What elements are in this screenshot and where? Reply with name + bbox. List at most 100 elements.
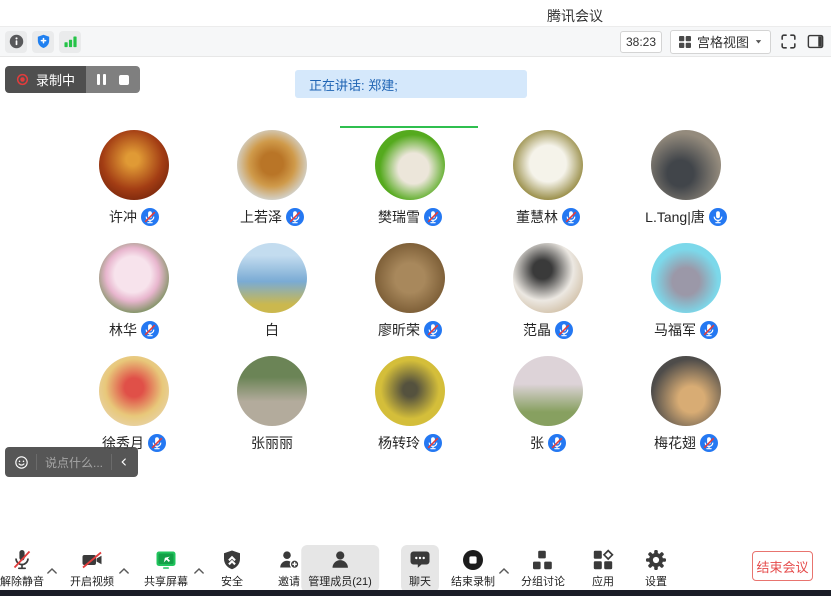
participant-name: 梅花翅 [654, 433, 696, 453]
toolbar-security-button[interactable]: 安全 [220, 548, 244, 589]
toolbar-share-screen-button[interactable]: 共享屏幕 [144, 548, 188, 589]
toolbar-apps-button[interactable]: 应用 [591, 548, 615, 589]
status-right-controls: 38:23 宫格视图 [620, 30, 825, 54]
participant-name: 范晶 [523, 320, 551, 340]
stop-recording-button[interactable] [119, 75, 129, 85]
chevron-up-icon[interactable] [499, 562, 510, 580]
mic-muted-icon[interactable] [141, 321, 159, 339]
person-icon [328, 548, 352, 572]
toolbar-label: 应用 [592, 573, 614, 589]
background-window-strip [0, 590, 831, 596]
chevron-up-icon[interactable] [119, 562, 130, 580]
apps-icon [591, 548, 615, 572]
toolbar-stop-record-button[interactable]: 结束录制 [451, 548, 495, 589]
mic-muted-icon[interactable] [700, 434, 718, 452]
screen-share-icon [154, 548, 178, 572]
participant-name: 杨转玲 [378, 433, 420, 453]
participant-tile[interactable]: 张 [479, 356, 617, 469]
participant-grid: 许冲上若泽樊瑞雪董慧林L.Tang|唐林华白廖昕荣范晶马福军徐秀月张丽丽杨转玲张… [65, 130, 755, 469]
collapse-chat-icon[interactable] [118, 456, 130, 468]
page-indicator [340, 126, 478, 128]
avatar [99, 243, 169, 313]
active-speaker-text: 正在讲话: 郑建; [309, 75, 398, 94]
chat-input-placeholder[interactable]: 说点什么... [43, 454, 105, 471]
toolbar-settings-button[interactable]: 设置 [644, 548, 668, 589]
mic-muted-icon[interactable] [424, 321, 442, 339]
mic-slash-icon [10, 548, 34, 572]
toolbar-unmute-button[interactable]: 解除静音 [0, 548, 44, 589]
gear-icon [644, 548, 668, 572]
participant-name-row: 马福军 [654, 320, 718, 340]
participant-name-row: 董慧林 [516, 207, 580, 227]
info-icon[interactable] [5, 31, 27, 53]
participant-tile[interactable]: 董慧林 [479, 130, 617, 243]
participant-tile[interactable]: 范晶 [479, 243, 617, 356]
participant-tile[interactable]: 张丽丽 [203, 356, 341, 469]
shield-icon[interactable] [32, 31, 54, 53]
mic-muted-icon[interactable] [424, 434, 442, 452]
participant-tile[interactable]: 樊瑞雪 [341, 130, 479, 243]
panel-toggle-icon[interactable] [806, 32, 825, 51]
participant-name-row: 许冲 [109, 207, 159, 227]
signal-icon[interactable] [59, 31, 81, 53]
participant-name: 张 [530, 433, 544, 453]
toolbar-breakout-button[interactable]: 分组讨论 [521, 548, 565, 589]
mic-muted-icon[interactable] [286, 208, 304, 226]
toolbar-label: 开启视频 [70, 573, 114, 589]
window-title: 腾讯会议 [547, 6, 603, 26]
avatar [99, 130, 169, 200]
mic-muted-icon[interactable] [148, 434, 166, 452]
toolbar-label: 安全 [221, 573, 243, 589]
participant-tile[interactable]: L.Tang|唐 [617, 130, 755, 243]
mic-muted-icon[interactable] [555, 321, 573, 339]
divider [111, 454, 112, 470]
mic-muted-icon[interactable] [141, 208, 159, 226]
mic-muted-icon[interactable] [562, 208, 580, 226]
toolbar-start-video-button[interactable]: 开启视频 [70, 548, 114, 589]
participant-name: 樊瑞雪 [378, 207, 420, 227]
avatar [99, 356, 169, 426]
recording-controls [86, 66, 140, 93]
view-mode-switcher[interactable]: 宫格视图 [670, 30, 771, 54]
participant-name-row: 白 [265, 320, 279, 340]
participant-name-row: 张 [530, 433, 566, 453]
mic-muted-icon[interactable] [700, 321, 718, 339]
chat-quickbar[interactable]: 说点什么... [5, 447, 138, 477]
toolbar-invite-button[interactable]: 邀请 [277, 548, 301, 589]
chevron-up-icon[interactable] [194, 562, 205, 580]
participant-tile[interactable]: 林华 [65, 243, 203, 356]
camera-slash-icon [80, 548, 104, 572]
recording-status: 录制中 [5, 66, 86, 93]
avatar [651, 130, 721, 200]
end-meeting-button[interactable]: 结束会议 [752, 551, 813, 581]
toolbar-label: 管理成员(21) [308, 573, 372, 589]
participant-tile[interactable]: 梅花翅 [617, 356, 755, 469]
toolbar-members-button[interactable]: 管理成员(21) [301, 545, 379, 592]
participant-name: 白 [265, 320, 279, 340]
participant-name-row: 张丽丽 [251, 433, 293, 453]
participant-name-row: L.Tang|唐 [645, 207, 727, 227]
participant-tile[interactable]: 白 [203, 243, 341, 356]
chevron-up-icon[interactable] [47, 562, 58, 580]
participant-name-row: 林华 [109, 320, 159, 340]
participant-tile[interactable]: 杨转玲 [341, 356, 479, 469]
emoji-icon[interactable] [13, 454, 30, 471]
participant-name: 许冲 [109, 207, 137, 227]
participant-name: 上若泽 [240, 207, 282, 227]
fullscreen-icon[interactable] [779, 32, 798, 51]
mic-muted-icon[interactable] [424, 208, 442, 226]
chevron-down-icon [754, 37, 763, 46]
chat-bubble-icon [408, 548, 432, 572]
participant-tile[interactable]: 马福军 [617, 243, 755, 356]
recording-label: 录制中 [36, 70, 75, 89]
divider [36, 454, 37, 470]
mic-muted-icon[interactable] [548, 434, 566, 452]
participant-tile[interactable]: 许冲 [65, 130, 203, 243]
participant-tile[interactable]: 廖昕荣 [341, 243, 479, 356]
pause-recording-button[interactable] [97, 74, 106, 85]
toolbar-chat-button[interactable]: 聊天 [401, 545, 439, 592]
avatar [375, 356, 445, 426]
participant-tile[interactable]: 上若泽 [203, 130, 341, 243]
toolbar-label: 邀请 [278, 573, 300, 589]
mic-on-icon[interactable] [709, 208, 727, 226]
